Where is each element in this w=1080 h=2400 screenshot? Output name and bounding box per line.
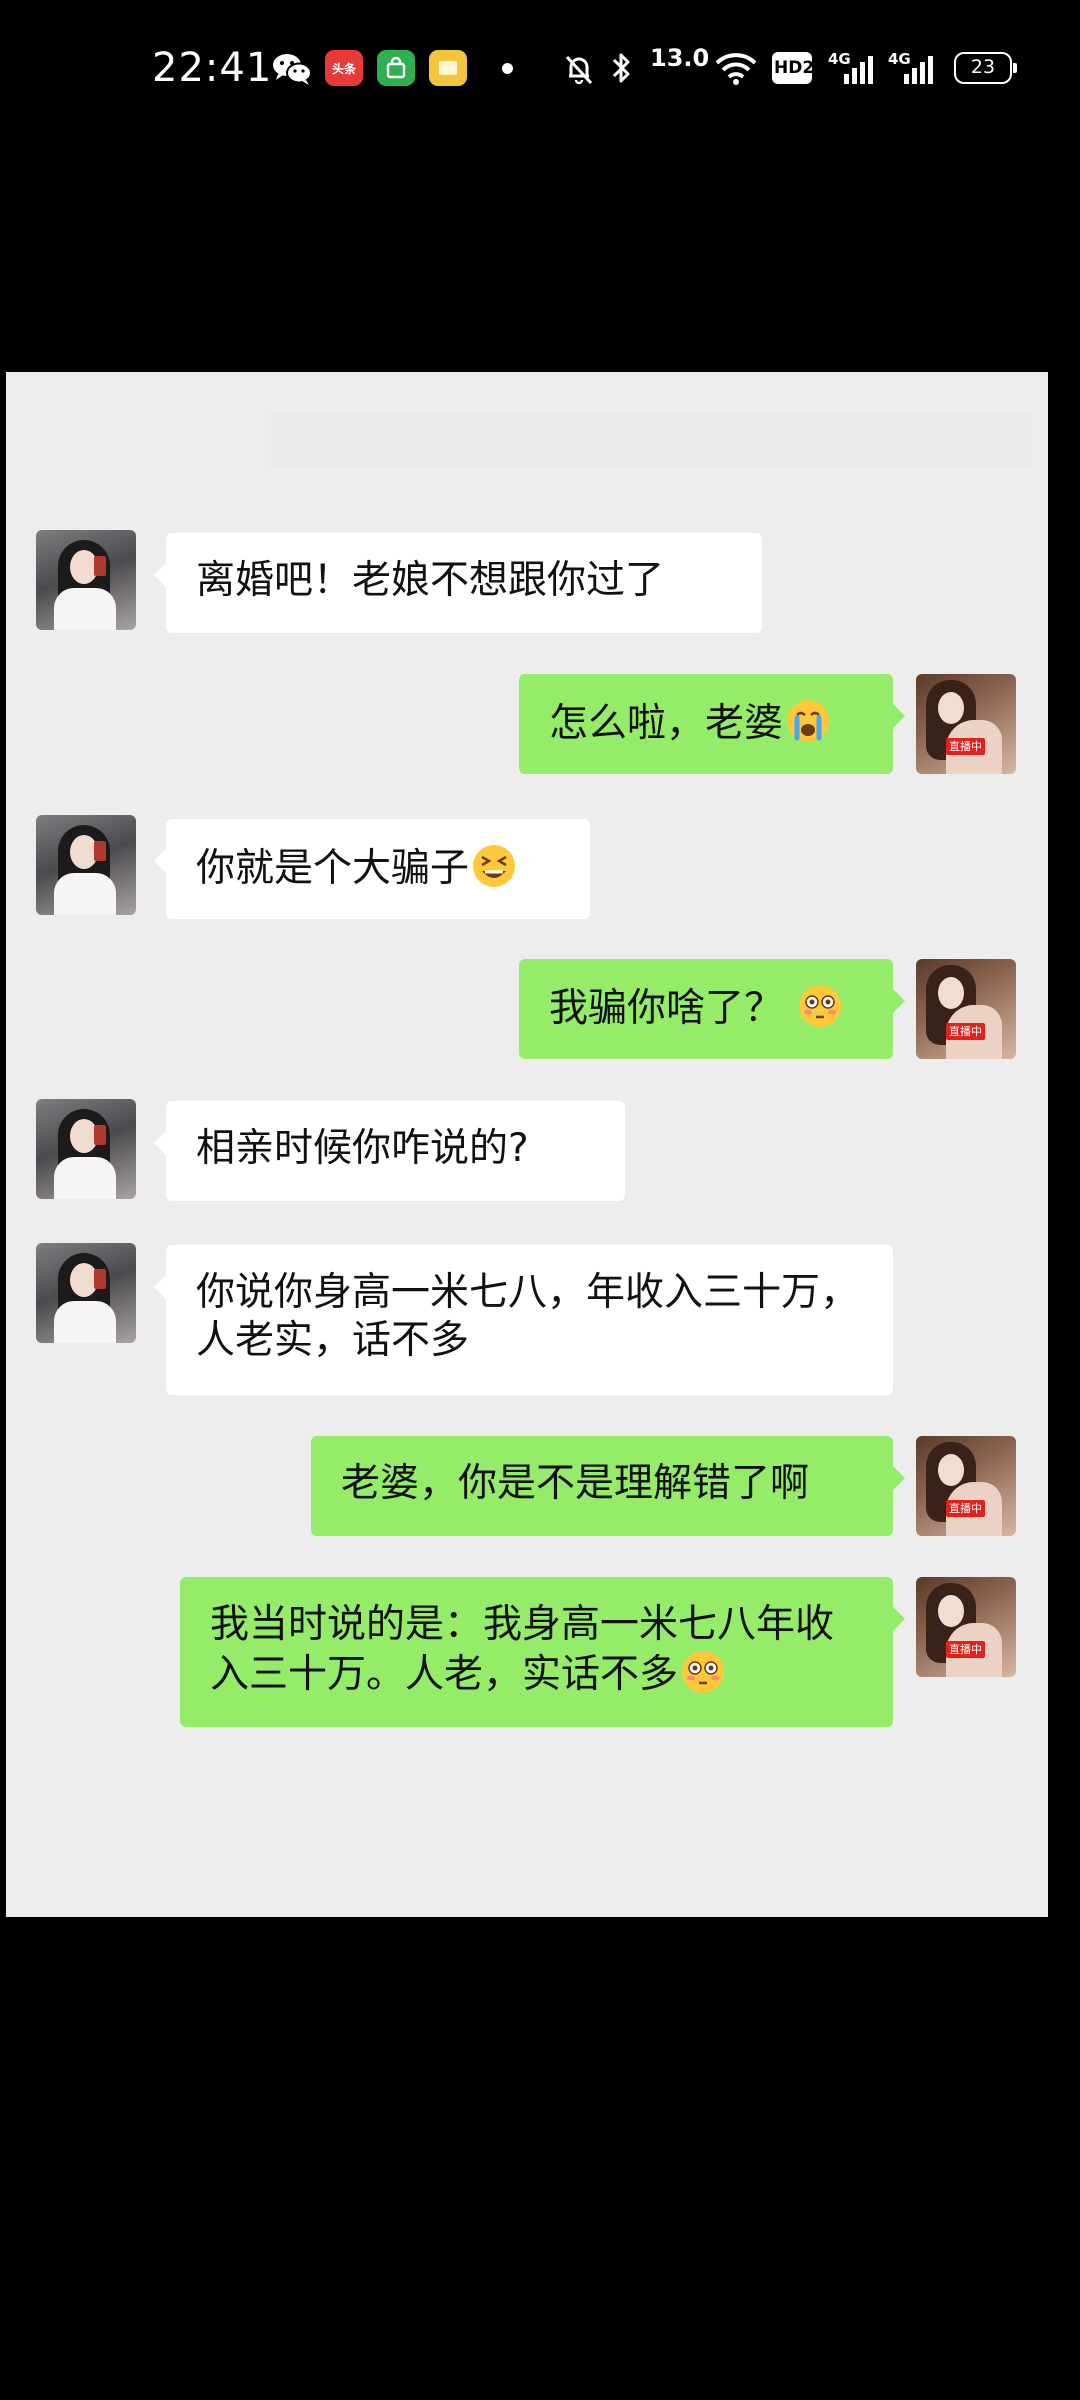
flushed-face-emoji-icon xyxy=(799,985,842,1027)
message-text: 怎么啦，老婆 xyxy=(549,701,784,746)
message-text: 我骗你啥了？ xyxy=(549,986,784,1031)
crying-face-emoji-icon xyxy=(787,700,830,742)
bluetooth-icon xyxy=(612,53,630,83)
flushed-face-emoji-icon xyxy=(682,1651,725,1693)
avatar-wife[interactable] xyxy=(36,815,136,915)
tired-face-emoji-icon xyxy=(473,845,516,887)
message-text: 老婆，你是不是理解错了啊 xyxy=(341,1461,810,1506)
hd-voice-badge: HD2 xyxy=(772,52,814,84)
avatar-wife[interactable] xyxy=(36,1099,136,1199)
shopping-bag-icon xyxy=(386,56,406,79)
chat-header-strip xyxy=(271,414,1031,466)
green-app-icon xyxy=(377,50,415,86)
avatar-wife[interactable] xyxy=(36,1243,136,1343)
message-text: 你说你身高一米七八，年收入三十万，人老实，话不多 xyxy=(196,1270,860,1363)
avatar-husband-live[interactable]: 直播中 xyxy=(916,1577,1016,1677)
status-time: 22:41 xyxy=(152,45,273,91)
live-badge: 直播中 xyxy=(946,1500,985,1517)
avatar-husband-live[interactable]: 直播中 xyxy=(916,959,1016,1059)
notification-dot-icon xyxy=(502,63,513,74)
toutiao-icon: 头条 xyxy=(325,50,363,86)
live-badge: 直播中 xyxy=(946,1641,985,1658)
message-bubble[interactable]: 我当时说的是：我身高一米七八年收入三十万。人老，实话不多 xyxy=(180,1577,905,1727)
live-badge: 直播中 xyxy=(946,738,985,755)
message-text: 你就是个大骗子 xyxy=(196,846,470,891)
message-text: 我当时说的是：我身高一米七八年收入三十万。人老，实话不多 xyxy=(210,1602,835,1697)
yellow-app-icon xyxy=(429,50,467,86)
avatar-husband-live[interactable]: 直播中 xyxy=(916,674,1016,774)
chat-screenshot: 离婚吧！老娘不想跟你过了 怎么啦，老婆 直播中 你就是个大骗子 我骗你啥了？ 直… xyxy=(6,372,1048,1917)
mute-bell-icon xyxy=(565,55,593,85)
message-bubble[interactable]: 怎么啦，老婆 xyxy=(519,674,905,774)
wechat-icon xyxy=(273,54,312,85)
wifi-icon xyxy=(715,53,757,85)
message-text: 离婚吧！老娘不想跟你过了 xyxy=(196,558,665,603)
sim1-signal-icon xyxy=(844,56,873,84)
message-bubble[interactable]: 相亲时候你咋说的? xyxy=(154,1101,625,1201)
folder-icon xyxy=(439,61,457,75)
message-bubble[interactable]: 离婚吧！老娘不想跟你过了 xyxy=(154,533,762,633)
message-bubble[interactable]: 我骗你啥了？ xyxy=(519,959,905,1059)
avatar-husband-live[interactable]: 直播中 xyxy=(916,1436,1016,1536)
message-bubble[interactable]: 你就是个大骗子 xyxy=(154,819,590,919)
status-bar: 22:41 头条 13.0 HD2 4G 4G 23 xyxy=(0,0,1080,136)
live-badge: 直播中 xyxy=(946,1023,985,1040)
sim2-signal-icon xyxy=(904,56,933,84)
network-speed: 13.0 xyxy=(650,44,710,72)
message-bubble[interactable]: 老婆，你是不是理解错了啊 xyxy=(311,1436,905,1536)
avatar-wife[interactable] xyxy=(36,530,136,630)
message-text: 相亲时候你咋说的? xyxy=(196,1126,529,1171)
battery-icon: 23 xyxy=(954,52,1017,84)
toutiao-icon-text: 头条 xyxy=(331,61,356,76)
message-bubble[interactable]: 你说你身高一米七八，年收入三十万，人老实，话不多 xyxy=(154,1245,893,1395)
